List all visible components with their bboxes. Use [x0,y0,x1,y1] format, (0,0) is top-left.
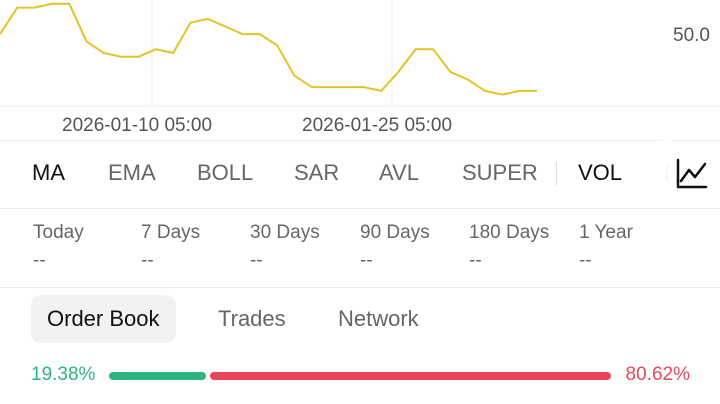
period-180-days: 180 Days -- [469,222,579,272]
indicator-bar: MA EMA BOLL SAR AVL SUPER VOL M [0,140,720,208]
price-chart[interactable]: 50.0 2026-01-10 05:00 2026-01-25 05:00 [0,0,720,140]
period-value: -- [250,250,263,271]
period-value: -- [579,250,592,271]
period-7-days: 7 Days -- [141,222,251,272]
x-axis-tick-label: 2026-01-10 05:00 [62,115,213,136]
indicator-vol[interactable]: VOL [578,160,622,186]
period-value: -- [33,250,46,271]
period-label: Today [33,222,84,243]
x-axis-tick-label: 2026-01-25 05:00 [302,115,453,136]
y-axis-tick-label: 50.0 [673,25,710,46]
indicator-fade [652,140,672,208]
buy-ratio-bar [109,372,206,380]
indicator-super[interactable]: SUPER [462,160,538,186]
period-value: -- [469,250,482,271]
sell-ratio-bar [210,372,611,380]
period-today: Today -- [33,222,143,272]
period-label: 1 Year [579,222,633,243]
indicator-avl[interactable]: AVL [379,160,419,186]
price-line-series [0,2,537,96]
tab-network[interactable]: Network [322,295,435,343]
line-chart-icon[interactable] [672,154,712,194]
period-label: 90 Days [360,222,430,243]
period-value: -- [360,250,373,271]
indicator-divider [556,162,557,186]
period-label: 7 Days [141,222,201,243]
indicator-boll[interactable]: BOLL [197,160,253,186]
period-label: 30 Days [250,222,320,243]
indicator-ma[interactable]: MA [32,160,65,186]
period-value: -- [141,250,154,271]
indicator-sar[interactable]: SAR [294,160,339,186]
divider [0,287,720,288]
indicator-ema[interactable]: EMA [108,160,156,186]
period-label: 180 Days [469,222,550,243]
period-30-days: 30 Days -- [250,222,360,272]
period-90-days: 90 Days -- [360,222,470,272]
period-1-year: 1 Year -- [579,222,689,272]
buy-ratio-percent: 19.38% [31,364,96,385]
tab-trades[interactable]: Trades [202,295,302,343]
tab-order-book[interactable]: Order Book [31,295,176,343]
divider [0,208,720,209]
sell-ratio-percent: 80.62% [625,364,690,385]
detail-tabs: Order Book Trades Network [0,295,720,345]
